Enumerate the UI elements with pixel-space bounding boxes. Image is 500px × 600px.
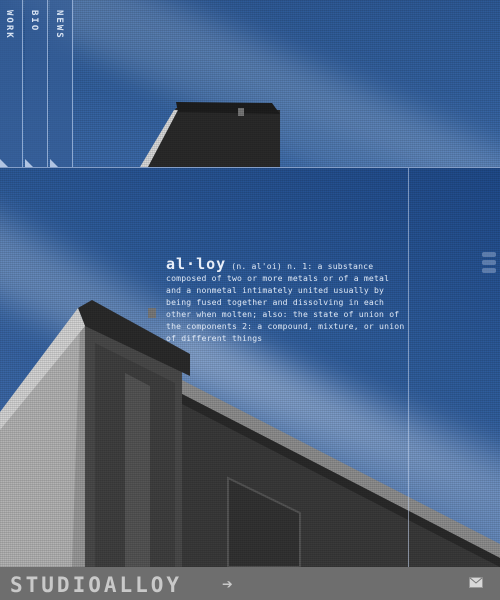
top-banner-photo [0, 0, 500, 167]
nav-tab-news-label: NEWS [54, 10, 64, 40]
right-rule [408, 168, 409, 567]
side-scroll-indicator [482, 252, 496, 276]
arrow-right-icon[interactable]: ➔ [222, 574, 233, 595]
nav-tab-bio-label: BIO [29, 10, 39, 33]
main-photo [0, 168, 500, 567]
nav-tab-news[interactable]: NEWS [50, 0, 73, 167]
nav-tab-work[interactable]: WORK [0, 0, 23, 167]
nav-tab-bio[interactable]: BIO [25, 0, 48, 167]
nav-tab-work-label: WORK [4, 10, 14, 40]
building-top-image [140, 102, 280, 167]
alloy-definition: al·loy (n. al'oi) n. 1: a substance comp… [166, 255, 406, 344]
mail-icon[interactable] [469, 577, 483, 588]
definition-headword: al·loy [166, 255, 227, 273]
studioalloy-logo[interactable]: STUDIOALLOY [10, 573, 182, 597]
building-image [0, 300, 500, 567]
footer-bar: STUDIOALLOY ➔ [0, 567, 500, 600]
definition-text: (n. al'oi) n. 1: a substance composed of… [166, 261, 405, 343]
